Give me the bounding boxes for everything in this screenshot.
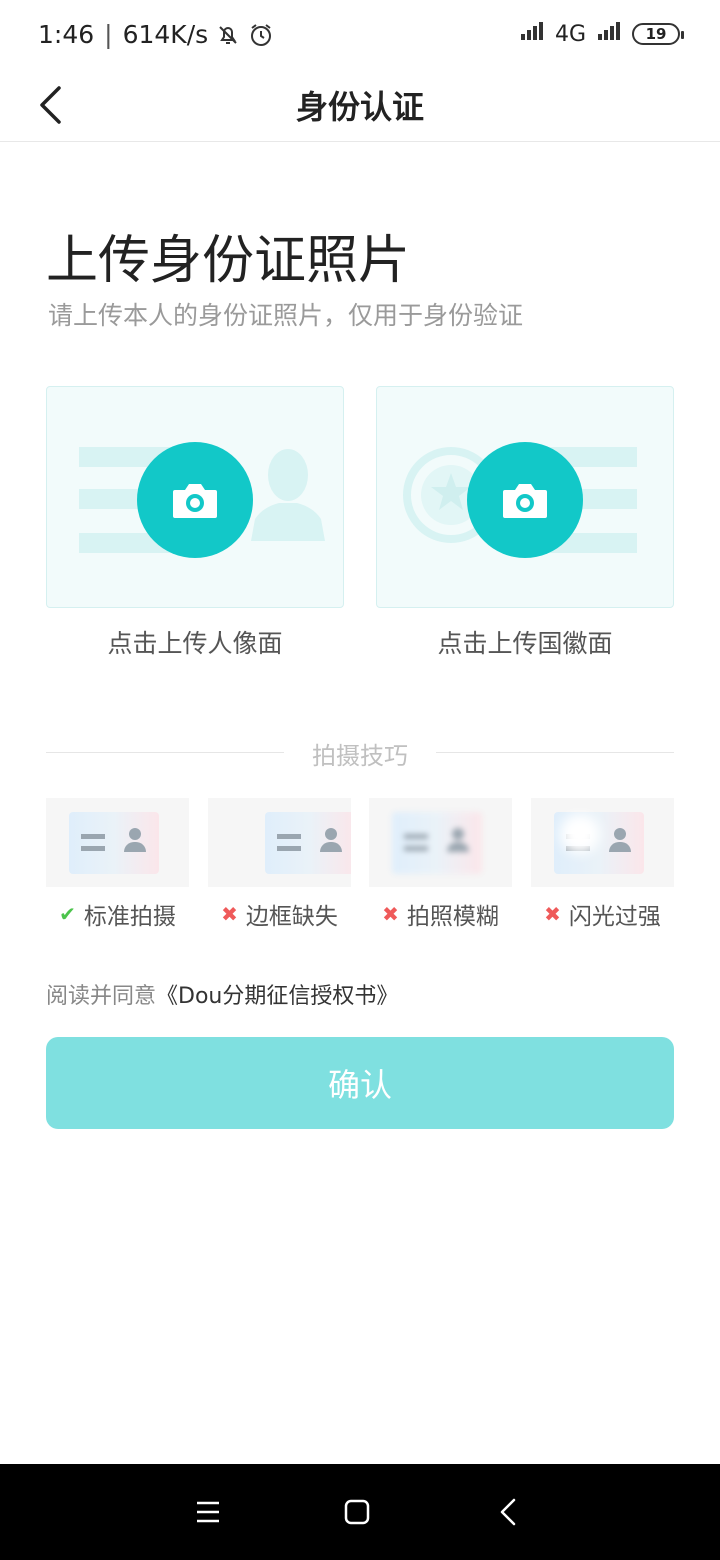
portrait-icon — [609, 842, 631, 852]
agreement-text: 阅读并同意《Dou分期征信授权书》 — [46, 978, 398, 1010]
cross-icon: ✖ — [544, 902, 561, 926]
tip-text: 边框缺失 — [245, 904, 338, 930]
camera-button[interactable] — [467, 442, 583, 558]
portrait-icon — [614, 828, 626, 840]
status-time: 1:46 — [38, 20, 95, 49]
upload-back-card[interactable] — [376, 386, 674, 608]
system-nav-bar — [0, 1464, 720, 1560]
page-title: 身份认证 — [295, 88, 424, 126]
card-line — [277, 846, 301, 851]
id-card-thumbnail — [392, 812, 482, 874]
tip-blurry: ✖ 拍照模糊 — [369, 798, 512, 931]
portrait-icon — [325, 828, 337, 840]
tip-image — [531, 798, 674, 887]
upload-front-card[interactable] — [46, 386, 344, 608]
signal-icon — [594, 20, 624, 48]
camera-icon — [503, 484, 547, 518]
tip-standard: ✔ 标准拍摄 — [46, 798, 189, 931]
tip-text: 拍照模糊 — [406, 904, 499, 930]
portrait-icon — [129, 828, 141, 840]
agreement-link[interactable]: 《Dou分期征信授权书》 — [156, 984, 398, 1009]
alarm-icon — [248, 22, 274, 48]
cross-icon: ✖ — [382, 902, 399, 926]
upload-back-label[interactable]: 点击上传国徽面 — [376, 624, 674, 660]
upload-front-label[interactable]: 点击上传人像面 — [46, 624, 344, 660]
portrait-icon — [124, 842, 146, 852]
portrait-icon — [320, 842, 342, 852]
tip-text: 闪光过强 — [568, 904, 661, 930]
cross-icon: ✖ — [221, 902, 238, 926]
portrait-silhouette-icon — [251, 449, 325, 541]
tips-heading: 拍摄技巧 — [312, 742, 408, 770]
status-bar: 1:46 | 614K/s 4G 19 — [0, 0, 720, 70]
tip-label: ✔ 标准拍摄 — [46, 897, 189, 931]
card-line — [404, 846, 428, 851]
status-left: 1:46 | 614K/s — [38, 20, 274, 49]
battery-indicator: 19 — [632, 23, 684, 45]
tip-image — [208, 798, 351, 887]
status-right: 4G 19 — [517, 20, 684, 48]
home-button[interactable] — [333, 1488, 381, 1536]
card-line — [404, 834, 428, 839]
mute-bell-icon — [216, 23, 240, 47]
card-line — [277, 834, 301, 839]
signal-hd-icon — [517, 20, 547, 48]
tip-border-missing: ✖ 边框缺失 — [208, 798, 351, 931]
network-type: 4G — [554, 21, 586, 47]
system-back-button[interactable] — [484, 1488, 532, 1536]
camera-button[interactable] — [137, 442, 253, 558]
card-line — [81, 834, 105, 839]
menu-button[interactable] — [184, 1488, 232, 1536]
back-arrow-icon — [500, 1498, 516, 1526]
upload-heading: 上传身份证照片 — [46, 231, 411, 291]
upload-subtitle: 请上传本人的身份证照片，仅用于身份验证 — [48, 301, 524, 330]
portrait-icon — [452, 828, 464, 840]
portrait-icon — [447, 842, 469, 852]
card-line — [81, 846, 105, 851]
agreement-prefix: 阅读并同意 — [46, 984, 157, 1009]
confirm-button[interactable]: 确认 — [46, 1037, 674, 1129]
id-card-thumbnail — [265, 812, 351, 874]
id-card-thumbnail — [69, 812, 159, 874]
tip-label: ✖ 拍照模糊 — [369, 897, 512, 931]
tip-image — [46, 798, 189, 887]
check-icon: ✔ — [59, 902, 76, 926]
tip-image — [369, 798, 512, 887]
nav-bar: 身份认证 — [0, 70, 720, 142]
tip-label: ✖ 边框缺失 — [208, 897, 351, 931]
tip-text: 标准拍摄 — [83, 904, 176, 930]
tip-label: ✖ 闪光过强 — [531, 897, 674, 931]
camera-icon — [173, 484, 217, 518]
flash-glare — [560, 814, 600, 854]
status-separator: | — [104, 20, 113, 49]
home-icon — [344, 1499, 370, 1525]
tip-flash: ✖ 闪光过强 — [531, 798, 674, 931]
menu-icon — [197, 1501, 219, 1523]
network-speed: 614K/s — [122, 20, 209, 49]
id-card-thumbnail — [554, 812, 644, 874]
